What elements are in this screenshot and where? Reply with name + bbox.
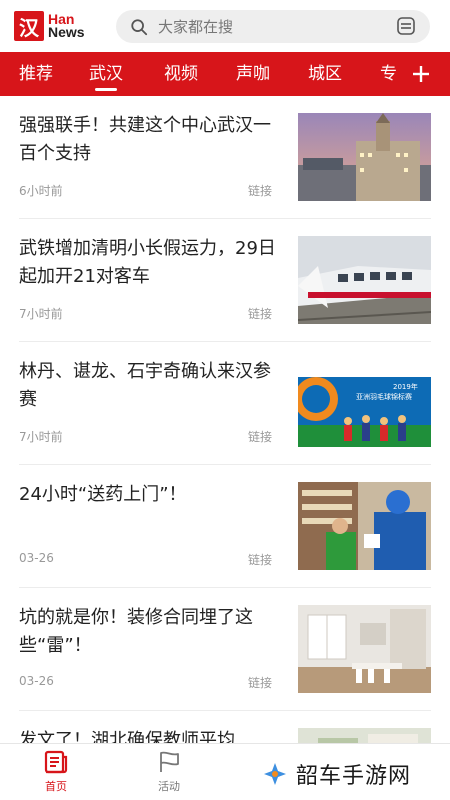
- channel-nav: 推荐 武汉 视频 声咖 城区 专: [0, 52, 450, 96]
- search-placeholder: 大家都在搜: [158, 18, 234, 36]
- tab-home[interactable]: 首页: [26, 750, 86, 796]
- tab-recommend[interactable]: 推荐: [19, 52, 53, 96]
- logo-mark: 汉: [14, 11, 44, 41]
- article-title: 24小时“送药上门”！: [19, 484, 187, 505]
- tab-audio[interactable]: 声咖: [236, 52, 270, 96]
- app-logo[interactable]: 汉 Han News: [14, 10, 98, 42]
- add-channel-button[interactable]: [404, 56, 438, 92]
- article-item[interactable]: 林丹、谌龙、石宇奇确认来汉参赛 7小时前 链接 2019年 亚洲羽毛球锦标赛: [0, 342, 450, 465]
- article-time: 7小时前: [19, 430, 63, 444]
- article-item[interactable]: 武铁增加清明小长假运力，29日起加开21对客车 7小时前 链接: [0, 219, 450, 342]
- article-time: 7小时前: [19, 307, 63, 321]
- poster-year: 2019年: [393, 382, 418, 391]
- tab-special[interactable]: 专: [380, 52, 397, 96]
- article-source: 链接: [248, 430, 273, 444]
- article-time: 03-26: [19, 674, 54, 688]
- article-title: 强强联手！共建这个中心武汉一百个支持: [19, 115, 271, 164]
- article-item[interactable]: 坑的就是你！装修合同埋了这些“雷”！ 03-26 链接: [0, 588, 450, 711]
- article-source: 链接: [248, 184, 273, 198]
- flag-icon: [160, 751, 179, 772]
- tab-wuhan[interactable]: 武汉: [89, 52, 123, 96]
- tab-video[interactable]: 视频: [164, 52, 198, 96]
- newspaper-icon: [44, 750, 68, 774]
- article-thumbnail: 2019年 亚洲羽毛球锦标赛: [298, 359, 431, 447]
- article-title: 林丹、谌龙、石宇奇确认来汉参赛: [19, 361, 271, 410]
- article-thumbnail: [298, 113, 431, 201]
- logo-line-2: News: [48, 24, 85, 40]
- tab-home-label: 首页: [45, 780, 67, 793]
- cross-logo-icon: [264, 763, 286, 785]
- article-source: 链接: [248, 307, 273, 321]
- plus-icon: [413, 66, 429, 82]
- scan-icon[interactable]: [396, 16, 416, 36]
- article-thumbnail: [298, 605, 431, 693]
- article-source: 链接: [248, 676, 273, 690]
- article-item[interactable]: 强强联手！共建这个中心武汉一百个支持 6小时前 链接: [0, 96, 450, 219]
- watermark-text: 韶车手游网: [296, 764, 412, 789]
- article-thumbnail: [298, 482, 431, 570]
- watermark: 韶车手游网: [262, 758, 411, 790]
- tab-activity-label: 活动: [158, 780, 180, 793]
- article-title: 武铁增加清明小长假运力，29日起加开21对客车: [19, 238, 276, 287]
- article-item[interactable]: 24小时“送药上门”！ 03-26 链接: [0, 465, 450, 588]
- poster-event-name: 亚洲羽毛球锦标赛: [356, 392, 412, 401]
- article-thumbnail: [298, 236, 431, 324]
- tab-district[interactable]: 城区: [308, 52, 342, 96]
- article-title: 坑的就是你！装修合同埋了这些“雷”！: [19, 607, 253, 656]
- search-bar[interactable]: 大家都在搜: [116, 10, 430, 43]
- logo-wordmark: Han News: [48, 12, 85, 40]
- article-time: 6小时前: [19, 184, 63, 198]
- article-time: 03-26: [19, 551, 54, 565]
- article-source: 链接: [248, 553, 273, 567]
- search-icon: [131, 18, 148, 35]
- tab-activity[interactable]: 活动: [139, 750, 199, 796]
- app-header: 汉 Han News 大家都在搜: [0, 0, 450, 52]
